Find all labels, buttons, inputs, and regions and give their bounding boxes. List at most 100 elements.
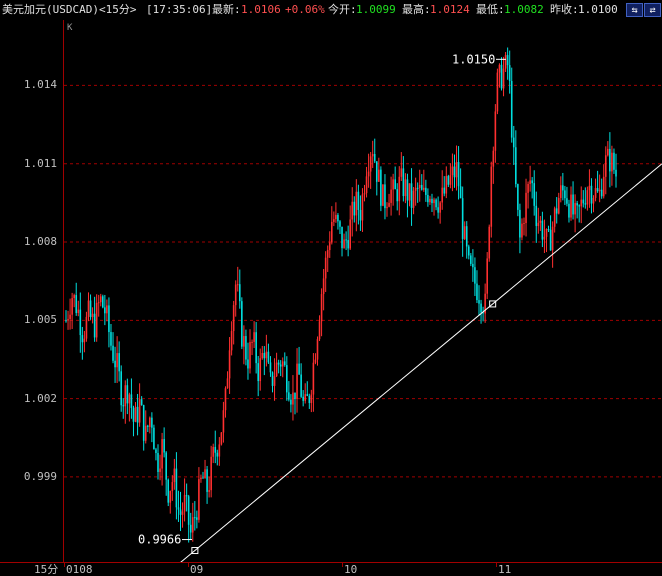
x-tick-label: 11 xyxy=(498,563,512,576)
candle-body xyxy=(181,511,184,515)
candle-body xyxy=(151,417,153,428)
candle-body xyxy=(445,176,448,194)
candle-body xyxy=(611,152,613,172)
candle-body xyxy=(488,226,491,259)
candle-body xyxy=(425,187,427,195)
candle-body xyxy=(353,201,356,216)
candle-body xyxy=(238,284,241,302)
candle-body xyxy=(140,399,143,406)
candle-body xyxy=(314,359,317,363)
candle-body xyxy=(367,171,370,177)
candle-body xyxy=(602,176,605,197)
latest-label: 最新: xyxy=(212,3,241,16)
candle-body xyxy=(527,183,529,193)
candle-body xyxy=(457,162,460,187)
swap-left-icon[interactable]: ⇆ xyxy=(626,3,643,17)
candle-body xyxy=(533,183,536,206)
candle-body xyxy=(69,314,71,319)
candle-body xyxy=(294,392,296,399)
candle-body xyxy=(359,209,362,221)
candle-body xyxy=(568,203,570,218)
candle-body xyxy=(328,242,331,251)
candle-body xyxy=(461,198,464,239)
candle-body xyxy=(465,226,468,247)
candle-body xyxy=(216,452,219,457)
candle-body xyxy=(165,452,167,480)
candle-body xyxy=(269,362,272,373)
candle-body xyxy=(551,226,554,251)
candle-body xyxy=(218,444,221,457)
candle-body xyxy=(324,257,327,279)
candlestick-chart[interactable]: 1.0150 0.9966 xyxy=(64,20,662,562)
swap-right-icon[interactable]: ⇄ xyxy=(644,3,661,17)
candle-body xyxy=(253,332,255,342)
time-axis: 15分 0108 09 10 11 xyxy=(0,562,662,576)
candle-body xyxy=(108,305,110,333)
candle-body xyxy=(302,396,304,401)
open-value: 1.0099 xyxy=(356,3,396,16)
candle-body xyxy=(87,300,90,317)
candle-body xyxy=(114,360,116,368)
quote-time: [17:35:06] xyxy=(146,3,213,16)
candle-body xyxy=(146,425,149,427)
candle-body xyxy=(241,301,243,347)
candle-body xyxy=(77,309,80,313)
candle-body xyxy=(420,184,423,190)
candle-body xyxy=(337,214,339,222)
candle-body xyxy=(153,427,155,450)
latest-value: 1.0106 xyxy=(241,3,281,16)
candle-body xyxy=(316,339,319,360)
candle-body xyxy=(157,453,159,472)
candle-body xyxy=(416,187,419,189)
candle-body xyxy=(474,267,476,284)
candle-body xyxy=(512,137,515,148)
candle-body xyxy=(304,394,307,401)
candle-body xyxy=(394,179,396,190)
candle-body xyxy=(492,150,495,167)
candle-body xyxy=(508,65,511,81)
candle-body xyxy=(451,166,454,176)
trend-line xyxy=(180,163,662,562)
candle-body xyxy=(89,300,92,318)
candle-body xyxy=(198,479,200,520)
quote-header: 美元加元(USDCAD)<15分> [17:35:06] 最新: 1.0106 … xyxy=(0,0,662,20)
candle-body xyxy=(124,385,127,407)
candle-body xyxy=(279,364,282,367)
candle-body xyxy=(120,371,123,406)
low-label: 最低: xyxy=(476,3,505,16)
candle-body xyxy=(455,162,458,178)
candle-body xyxy=(578,205,580,207)
candle-body xyxy=(202,477,204,479)
candle-body xyxy=(228,350,231,379)
candle-body xyxy=(547,228,550,230)
candle-body xyxy=(398,176,401,202)
candle-body xyxy=(220,432,223,445)
x-tick-mark xyxy=(64,563,65,567)
price-axis: 1.014 1.011 1.008 1.005 1.002 0.999 xyxy=(0,20,64,562)
candle-body xyxy=(132,408,135,422)
candle-body xyxy=(541,220,544,240)
candle-body xyxy=(122,405,125,407)
candle-body xyxy=(251,341,253,343)
candle-body xyxy=(555,208,558,214)
candle-body xyxy=(102,296,104,308)
x-tick-mark xyxy=(188,563,189,567)
candle-body xyxy=(429,198,431,203)
candle-body xyxy=(378,169,380,182)
candle-body xyxy=(110,332,112,346)
candle-body xyxy=(189,524,192,533)
candle-body xyxy=(318,321,321,340)
candle-body xyxy=(312,362,315,395)
candle-body xyxy=(283,361,286,366)
candle-body xyxy=(604,155,607,177)
candle-body xyxy=(173,468,176,483)
candle-body xyxy=(564,190,566,199)
candle-body xyxy=(65,320,67,322)
candle-body xyxy=(281,361,284,367)
candle-body xyxy=(382,184,384,206)
candle-body xyxy=(453,166,456,178)
candle-body xyxy=(212,446,215,457)
candle-body xyxy=(590,185,593,204)
candle-body xyxy=(261,352,264,359)
candle-body xyxy=(408,183,411,201)
